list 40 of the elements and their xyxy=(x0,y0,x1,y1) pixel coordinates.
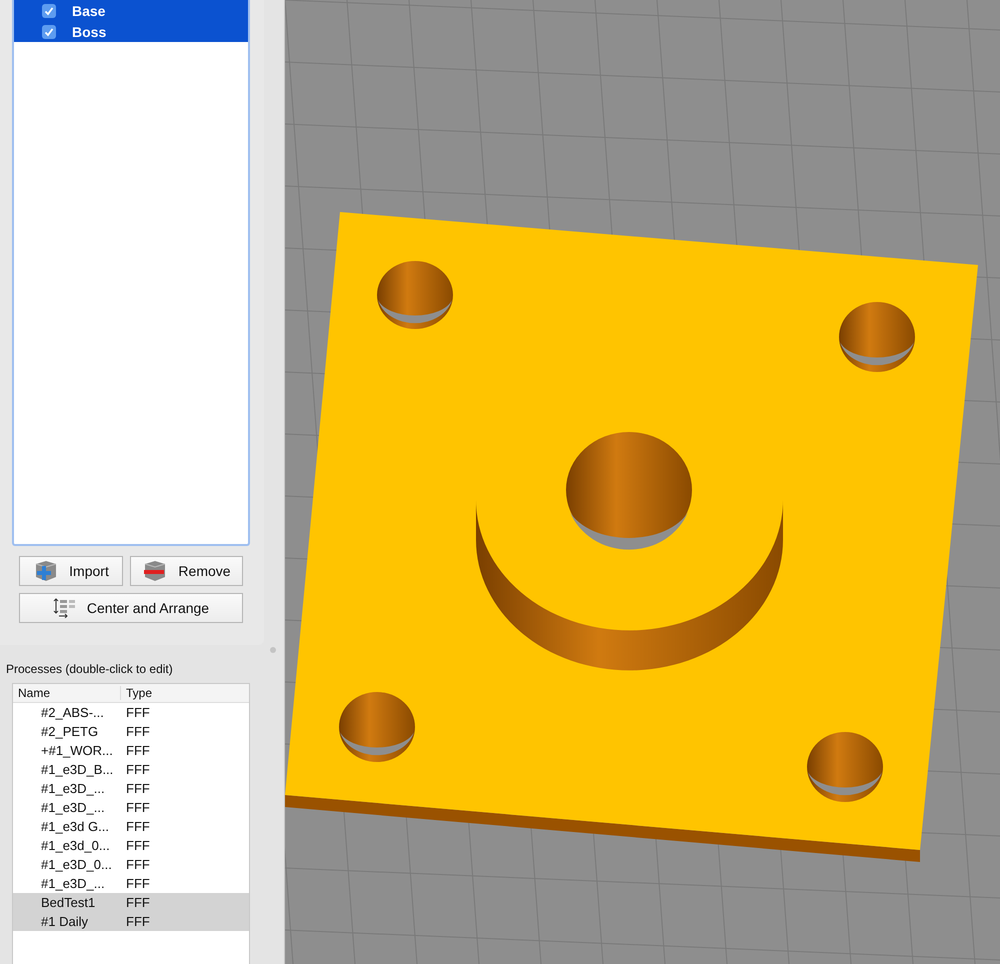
process-name: #1_e3D_... xyxy=(40,800,106,815)
column-header[interactable]: Name xyxy=(13,686,121,700)
process-name: #1_e3D_0... xyxy=(40,857,113,872)
process-name: #2_ABS-... xyxy=(40,705,105,720)
object-row[interactable]: Boss xyxy=(14,21,248,42)
process-type: FFF xyxy=(126,800,150,815)
process-name: #2_PETG xyxy=(40,724,100,739)
process-type: FFF xyxy=(126,914,150,929)
process-name: #1 Daily xyxy=(40,914,89,929)
process-name: #1_e3d_0... xyxy=(40,838,111,853)
process-type: FFF xyxy=(126,819,150,834)
process-type: FFF xyxy=(126,895,150,910)
process-name: #1_e3D_B... xyxy=(40,762,114,777)
object-label: Boss xyxy=(72,24,106,40)
process-type: FFF xyxy=(126,857,150,872)
process-type: FFF xyxy=(126,724,150,739)
process-type: FFF xyxy=(126,838,150,853)
arrange-icon xyxy=(52,598,77,618)
process-row[interactable]: BedTest1 FFF xyxy=(13,893,249,912)
process-name: #1_e3D_... xyxy=(40,781,106,796)
import-button[interactable]: Import xyxy=(19,556,123,586)
process-type: FFF xyxy=(126,876,150,891)
column-header[interactable]: Type xyxy=(121,686,152,700)
checkbox[interactable] xyxy=(42,24,56,38)
process-name: #1_e3d G... xyxy=(40,819,110,834)
remove-button[interactable]: Remove xyxy=(130,556,243,586)
checkbox[interactable] xyxy=(42,4,56,18)
object-label: Base xyxy=(72,2,106,18)
splitter-handle[interactable] xyxy=(270,647,276,653)
arrange-button[interactable]: Center and Arrange xyxy=(19,593,243,623)
process-name: BedTest1 xyxy=(40,895,96,910)
process-type: FFF xyxy=(126,762,150,777)
process-type: FFF xyxy=(126,743,150,758)
object-row[interactable]: Base xyxy=(14,0,248,21)
process-type: FFF xyxy=(126,705,150,720)
process-name: +#1_WOR... xyxy=(40,743,114,758)
processes-label: Processes (double-click to edit) xyxy=(6,662,174,676)
process-row[interactable]: #1 Daily FFF xyxy=(13,912,249,931)
process-name: #1_e3D_... xyxy=(40,876,106,891)
process-type: FFF xyxy=(126,781,150,796)
